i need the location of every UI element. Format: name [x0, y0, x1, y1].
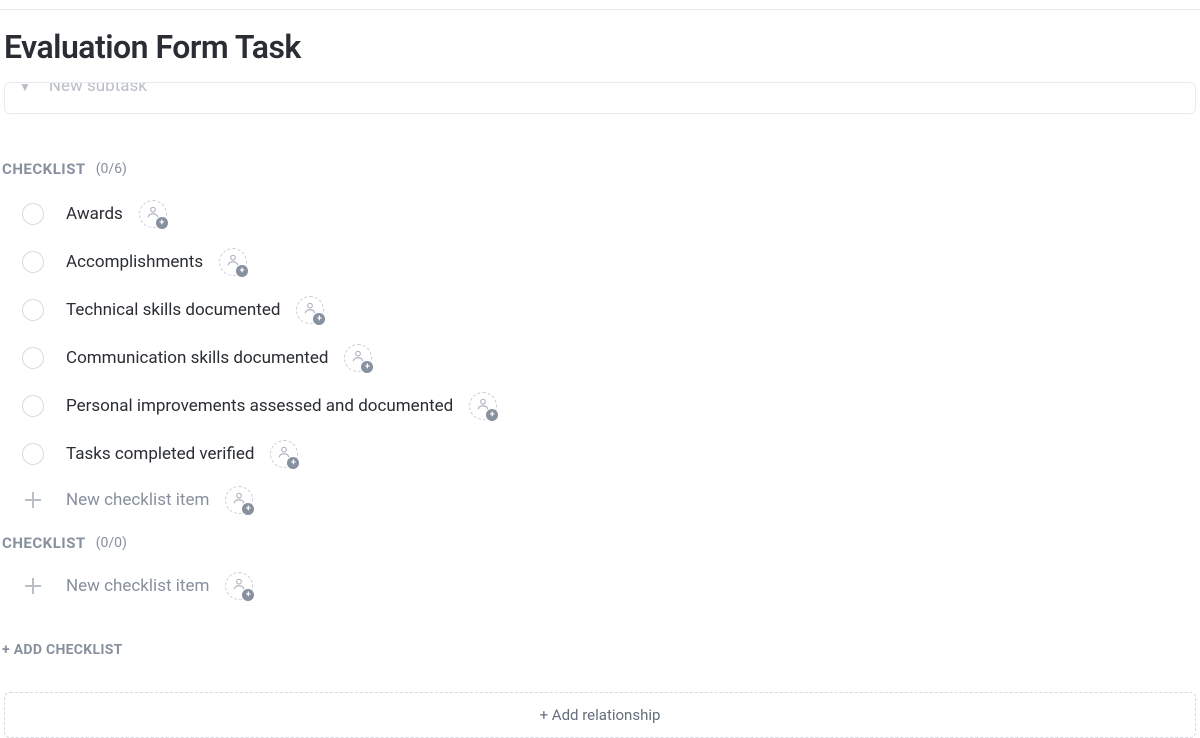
new-checklist-item-row[interactable]: New checklist item +: [2, 564, 1198, 608]
add-checklist-button[interactable]: + ADD CHECKLIST: [0, 608, 1200, 658]
checklist-item[interactable]: Technical skills documented +: [2, 286, 1198, 334]
plus-badge-icon: +: [156, 217, 168, 229]
new-checklist-item-placeholder: New checklist item: [66, 576, 209, 596]
checklist-item-label: Tasks completed verified: [66, 444, 254, 464]
checkbox-icon[interactable]: [22, 299, 44, 321]
checklist-label: CHECKLIST: [2, 534, 86, 552]
assign-person-icon[interactable]: +: [139, 200, 167, 228]
add-relationship-button[interactable]: + Add relationship: [4, 692, 1196, 738]
checklist-item-label: Accomplishments: [66, 252, 203, 272]
new-subtask-placeholder: New subtask: [49, 82, 147, 96]
plus-badge-icon: +: [287, 457, 299, 469]
plus-badge-icon: +: [236, 265, 248, 277]
plus-icon: [22, 489, 44, 511]
checklist: New checklist item +: [0, 564, 1200, 608]
assign-person-icon[interactable]: +: [270, 440, 298, 468]
checklist-item[interactable]: Communication skills documented +: [2, 334, 1198, 382]
checklist-label: CHECKLIST: [2, 160, 86, 178]
top-divider: [0, 0, 1200, 10]
plus-badge-icon: +: [242, 589, 254, 601]
checklist-count: (0/6): [96, 161, 127, 177]
add-relationship-label: + Add relationship: [540, 706, 661, 724]
checkbox-icon[interactable]: [22, 203, 44, 225]
plus-icon: [22, 575, 44, 597]
plus-badge-icon: +: [361, 361, 373, 373]
plus-badge-icon: +: [486, 409, 498, 421]
chevron-down-icon: ▼: [19, 82, 31, 94]
new-checklist-item-placeholder: New checklist item: [66, 490, 209, 510]
page-title: Evaluation Form Task: [0, 10, 1200, 82]
assign-person-icon[interactable]: +: [225, 486, 253, 514]
checkbox-icon[interactable]: [22, 347, 44, 369]
checklist-item[interactable]: Accomplishments +: [2, 238, 1198, 286]
assign-person-icon[interactable]: +: [469, 392, 497, 420]
assign-person-icon[interactable]: +: [225, 572, 253, 600]
checkbox-icon[interactable]: [22, 395, 44, 417]
new-subtask-row[interactable]: ▼ New subtask: [4, 82, 1196, 114]
checklist-item-label: Personal improvements assessed and docum…: [66, 396, 453, 416]
checkbox-icon[interactable]: [22, 251, 44, 273]
plus-badge-icon: +: [242, 503, 254, 515]
new-checklist-item-row[interactable]: New checklist item +: [2, 478, 1198, 522]
checklist-header: CHECKLIST (0/6): [0, 114, 1200, 190]
assign-person-icon[interactable]: +: [219, 248, 247, 276]
checklist-count: (0/0): [96, 535, 127, 551]
checklist-item-label: Awards: [66, 204, 123, 224]
assign-person-icon[interactable]: +: [344, 344, 372, 372]
plus-badge-icon: +: [313, 313, 325, 325]
checklist: Awards + Accomplishments + Technical ski…: [0, 190, 1200, 522]
checklist-item[interactable]: Personal improvements assessed and docum…: [2, 382, 1198, 430]
checkbox-icon[interactable]: [22, 443, 44, 465]
checklist-item[interactable]: Awards +: [2, 190, 1198, 238]
checklist-item-label: Communication skills documented: [66, 348, 328, 368]
assign-person-icon[interactable]: +: [296, 296, 324, 324]
checklist-item-label: Technical skills documented: [66, 300, 280, 320]
checklist-item[interactable]: Tasks completed verified +: [2, 430, 1198, 478]
checklist-header: CHECKLIST (0/0): [0, 522, 1200, 564]
